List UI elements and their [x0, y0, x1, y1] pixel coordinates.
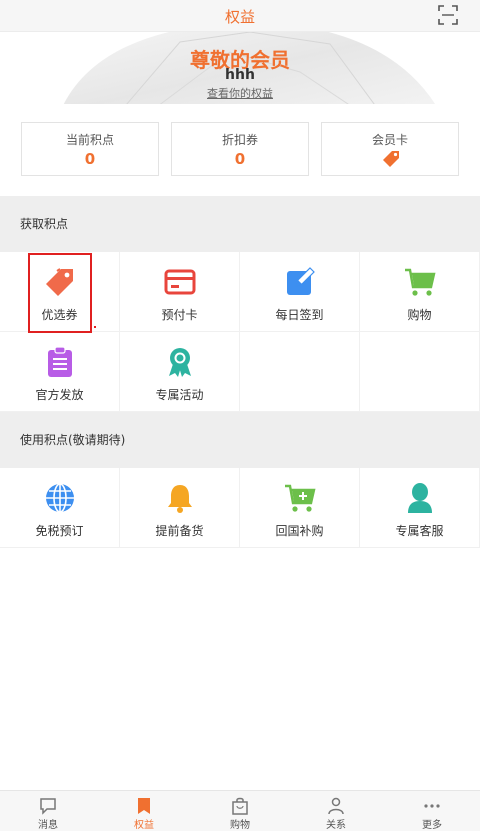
highlight-dot [94, 326, 96, 328]
item-label: 回国补购 [275, 524, 324, 538]
cart-icon [405, 268, 436, 296]
card-icon [164, 269, 196, 295]
cart-add-icon [285, 484, 316, 512]
stat-label: 当前积点 [65, 133, 114, 147]
item-label: 专属活动 [155, 388, 204, 402]
tab-more[interactable]: 更多 [384, 791, 480, 831]
item-label: 购物 [407, 308, 432, 322]
stat-label: 折扣券 [221, 133, 258, 147]
highlight-box [28, 253, 92, 333]
page-title: 权益 [224, 8, 255, 26]
tab-shopping[interactable]: 购物 [192, 791, 288, 831]
use-item-return-purchase[interactable]: 回国补购 [240, 468, 360, 548]
tag-icon [383, 151, 399, 167]
stat-points[interactable]: 当前积点 0 [21, 122, 159, 176]
use-item-advance-stock[interactable]: 提前备货 [120, 468, 240, 548]
earn-item-exclusive-event[interactable]: 专属活动 [120, 332, 240, 412]
bookmark-icon [138, 798, 150, 814]
tab-label: 购物 [230, 820, 250, 831]
tab-relations[interactable]: 关系 [288, 791, 384, 831]
earn-item-shopping[interactable]: 购物 [360, 252, 480, 332]
item-label: 提前备货 [155, 524, 204, 538]
tab-label: 更多 [422, 820, 442, 831]
use-points-section-header: 使用积点(敬请期待) [0, 412, 480, 468]
view-benefits-link[interactable]: 查看你的权益 [207, 87, 273, 100]
stat-value: 0 [234, 150, 246, 168]
earn-item-daily-checkin[interactable]: 每日签到 [240, 252, 360, 332]
earn-points-section-header: 获取积点 [0, 196, 480, 252]
stat-coupons[interactable]: 折扣券 0 [171, 122, 309, 176]
top-bar: 权益 [0, 0, 480, 32]
section-title: 获取积点 [20, 217, 69, 231]
bell-icon [168, 485, 192, 513]
scan-icon[interactable] [438, 5, 458, 25]
stat-value: 0 [84, 150, 96, 168]
message-icon [40, 798, 56, 815]
member-hero: 尊敬的会员 hhh 查看你的权益 [0, 32, 480, 104]
item-label: 每日签到 [275, 308, 324, 322]
bottom-tab-bar: 消息 权益 购物 关系 更多 [0, 790, 480, 831]
earn-item-official-grant[interactable]: 官方发放 [0, 332, 120, 412]
item-label: 官方发放 [35, 388, 84, 402]
stat-member-card[interactable]: 会员卡 [321, 122, 459, 176]
edit-icon [287, 267, 315, 295]
relation-icon [328, 797, 344, 815]
tab-messages[interactable]: 消息 [0, 791, 96, 831]
tab-label: 消息 [38, 820, 58, 831]
globe-icon [46, 483, 74, 513]
tab-label: 关系 [326, 820, 346, 831]
use-item-duty-free-booking[interactable]: 免税预订 [0, 468, 120, 548]
stat-label: 会员卡 [371, 133, 408, 147]
item-label: 免税预订 [35, 524, 84, 538]
item-label: 预付卡 [161, 308, 198, 322]
clipboard-icon [48, 346, 72, 377]
username: hhh [225, 67, 255, 83]
more-icon [424, 804, 440, 808]
tab-benefits[interactable]: 权益 [96, 791, 192, 831]
bag-icon [232, 797, 248, 815]
section-title: 使用积点(敬请期待) [20, 433, 126, 447]
ribbon-icon [169, 348, 191, 377]
tab-label: 权益 [134, 820, 154, 831]
item-label: 专属客服 [395, 524, 444, 538]
person-icon [408, 483, 432, 513]
use-item-exclusive-service[interactable]: 专属客服 [360, 468, 480, 548]
empty-cell [240, 332, 360, 412]
empty-cell [360, 332, 480, 412]
earn-item-prepaid-card[interactable]: 预付卡 [120, 252, 240, 332]
